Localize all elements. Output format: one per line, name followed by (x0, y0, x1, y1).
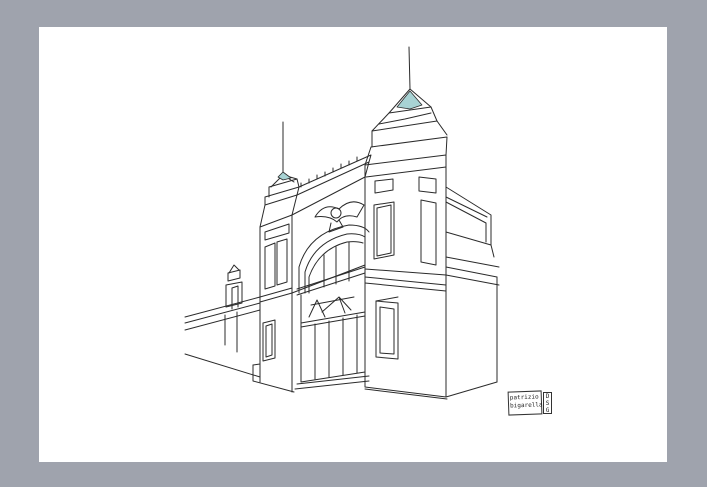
stamp-letter: D (545, 393, 550, 400)
signature-line-2: bigarella (509, 401, 543, 410)
drawing-paper: patrizio bigarella D S G (39, 27, 667, 462)
artist-stamp: D S G (543, 392, 552, 414)
stamp-letter: S (545, 400, 550, 407)
picture-mat: patrizio bigarella D S G (0, 0, 707, 487)
left-tower (252, 121, 300, 393)
artist-signature: patrizio bigarella (507, 390, 543, 416)
gate-drawing (184, 46, 500, 400)
roof-accent-left (277, 171, 292, 181)
arch-block (291, 154, 372, 390)
right-wall (445, 186, 500, 398)
stamp-letter: G (545, 407, 550, 414)
left-wall (184, 286, 261, 378)
